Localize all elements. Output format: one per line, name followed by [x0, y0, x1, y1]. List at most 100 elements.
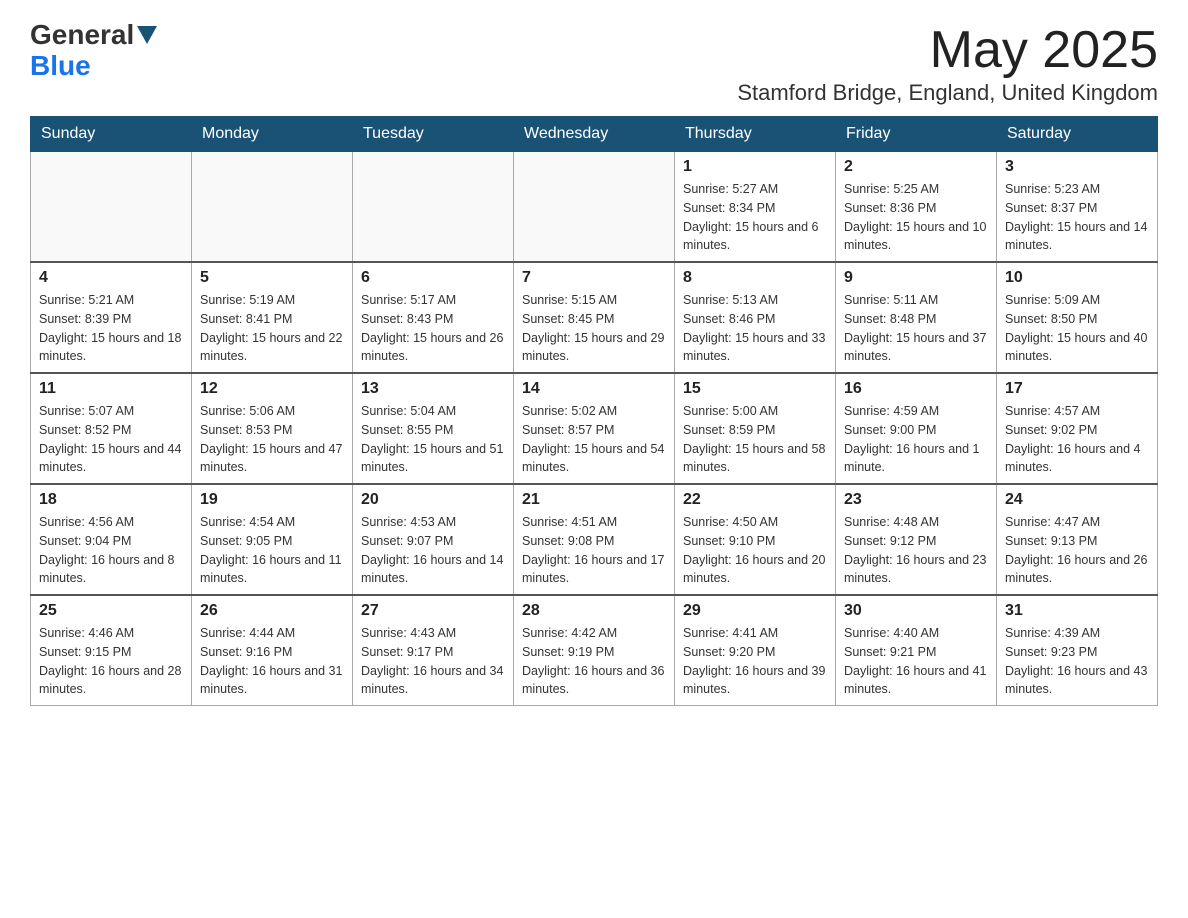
calendar-cell: 17 Sunrise: 4:57 AM Sunset: 9:02 PM Dayli…: [997, 373, 1158, 484]
day-header-saturday: Saturday: [997, 117, 1158, 152]
calendar-cell: 18 Sunrise: 4:56 AM Sunset: 9:04 PM Dayli…: [31, 484, 192, 595]
day-info: Sunrise: 4:50 AM Sunset: 9:10 PM Dayligh…: [683, 513, 827, 588]
day-number: 10: [1005, 269, 1149, 287]
day-number: 31: [1005, 602, 1149, 620]
calendar-cell: 4Sunrise: 5:21 AM Sunset: 8:39 PM Daylig…: [31, 262, 192, 373]
calendar-cell: 12 Sunrise: 5:06 AM Sunset: 8:53 PM Dayli…: [192, 373, 353, 484]
day-number: 6: [361, 269, 505, 287]
day-number: 14: [522, 380, 666, 398]
day-info: Sunrise: 5:23 AM Sunset: 8:37 PM Dayligh…: [1005, 180, 1149, 255]
day-number: 23: [844, 491, 988, 509]
logo-arrow-icon: [137, 26, 157, 49]
day-info: Sunrise: 5:13 AM Sunset: 8:46 PM Dayligh…: [683, 291, 827, 366]
day-number: 16: [844, 380, 988, 398]
day-info: Sunrise: 4:48 AM Sunset: 9:12 PM Dayligh…: [844, 513, 988, 588]
day-header-tuesday: Tuesday: [353, 117, 514, 152]
calendar-cell: [514, 152, 675, 263]
calendar-week-5: 25 Sunrise: 4:46 AM Sunset: 9:15 PM Dayli…: [31, 595, 1158, 706]
day-info: Sunrise: 5:19 AM Sunset: 8:41 PM Dayligh…: [200, 291, 344, 366]
day-info: Sunrise: 5:27 AM Sunset: 8:34 PM Dayligh…: [683, 180, 827, 255]
main-title: May 2025: [737, 20, 1158, 80]
calendar-cell: 3 Sunrise: 5:23 AM Sunset: 8:37 PM Daylig…: [997, 152, 1158, 263]
day-header-sunday: Sunday: [31, 117, 192, 152]
calendar-cell: 5 Sunrise: 5:19 AM Sunset: 8:41 PM Daylig…: [192, 262, 353, 373]
calendar-cell: 22Sunrise: 4:50 AM Sunset: 9:10 PM Dayli…: [675, 484, 836, 595]
calendar-cell: 2Sunrise: 5:25 AM Sunset: 8:36 PM Daylig…: [836, 152, 997, 263]
calendar-cell: 31 Sunrise: 4:39 AM Sunset: 9:23 PM Dayli…: [997, 595, 1158, 706]
day-info: Sunrise: 5:17 AM Sunset: 8:43 PM Dayligh…: [361, 291, 505, 366]
calendar-cell: 10Sunrise: 5:09 AM Sunset: 8:50 PM Dayli…: [997, 262, 1158, 373]
day-info: Sunrise: 4:51 AM Sunset: 9:08 PM Dayligh…: [522, 513, 666, 588]
calendar-cell: 30 Sunrise: 4:40 AM Sunset: 9:21 PM Dayli…: [836, 595, 997, 706]
calendar-cell: 23 Sunrise: 4:48 AM Sunset: 9:12 PM Dayli…: [836, 484, 997, 595]
calendar-cell: 8 Sunrise: 5:13 AM Sunset: 8:46 PM Daylig…: [675, 262, 836, 373]
day-info: Sunrise: 5:06 AM Sunset: 8:53 PM Dayligh…: [200, 402, 344, 477]
day-info: Sunrise: 5:02 AM Sunset: 8:57 PM Dayligh…: [522, 402, 666, 477]
calendar-week-4: 18 Sunrise: 4:56 AM Sunset: 9:04 PM Dayli…: [31, 484, 1158, 595]
day-info: Sunrise: 5:11 AM Sunset: 8:48 PM Dayligh…: [844, 291, 988, 366]
calendar-header-row: SundayMondayTuesdayWednesdayThursdayFrid…: [31, 117, 1158, 152]
day-info: Sunrise: 4:59 AM Sunset: 9:00 PM Dayligh…: [844, 402, 988, 477]
calendar-cell: 14 Sunrise: 5:02 AM Sunset: 8:57 PM Dayli…: [514, 373, 675, 484]
day-number: 27: [361, 602, 505, 620]
day-number: 18: [39, 491, 183, 509]
calendar-week-1: 1 Sunrise: 5:27 AM Sunset: 8:34 PM Daylig…: [31, 152, 1158, 263]
day-number: 15: [683, 380, 827, 398]
calendar-cell: 27 Sunrise: 4:43 AM Sunset: 9:17 PM Dayli…: [353, 595, 514, 706]
calendar-cell: 7Sunrise: 5:15 AM Sunset: 8:45 PM Daylig…: [514, 262, 675, 373]
day-info: Sunrise: 4:42 AM Sunset: 9:19 PM Dayligh…: [522, 624, 666, 699]
calendar-cell: 20 Sunrise: 4:53 AM Sunset: 9:07 PM Dayli…: [353, 484, 514, 595]
calendar-table: SundayMondayTuesdayWednesdayThursdayFrid…: [30, 116, 1158, 706]
day-info: Sunrise: 4:44 AM Sunset: 9:16 PM Dayligh…: [200, 624, 344, 699]
day-number: 19: [200, 491, 344, 509]
calendar-cell: 1 Sunrise: 5:27 AM Sunset: 8:34 PM Daylig…: [675, 152, 836, 263]
day-header-wednesday: Wednesday: [514, 117, 675, 152]
day-info: Sunrise: 4:46 AM Sunset: 9:15 PM Dayligh…: [39, 624, 183, 699]
calendar-cell: [353, 152, 514, 263]
day-number: 20: [361, 491, 505, 509]
calendar-cell: 11Sunrise: 5:07 AM Sunset: 8:52 PM Dayli…: [31, 373, 192, 484]
day-number: 21: [522, 491, 666, 509]
day-info: Sunrise: 4:57 AM Sunset: 9:02 PM Dayligh…: [1005, 402, 1149, 477]
day-number: 29: [683, 602, 827, 620]
day-number: 8: [683, 269, 827, 287]
day-number: 28: [522, 602, 666, 620]
calendar-cell: 26 Sunrise: 4:44 AM Sunset: 9:16 PM Dayli…: [192, 595, 353, 706]
calendar-week-2: 4Sunrise: 5:21 AM Sunset: 8:39 PM Daylig…: [31, 262, 1158, 373]
day-info: Sunrise: 4:54 AM Sunset: 9:05 PM Dayligh…: [200, 513, 344, 588]
day-number: 13: [361, 380, 505, 398]
day-info: Sunrise: 4:53 AM Sunset: 9:07 PM Dayligh…: [361, 513, 505, 588]
subtitle: Stamford Bridge, England, United Kingdom: [737, 80, 1158, 106]
calendar-cell: 25 Sunrise: 4:46 AM Sunset: 9:15 PM Dayli…: [31, 595, 192, 706]
day-number: 7: [522, 269, 666, 287]
day-number: 25: [39, 602, 183, 620]
calendar-week-3: 11Sunrise: 5:07 AM Sunset: 8:52 PM Dayli…: [31, 373, 1158, 484]
day-number: 17: [1005, 380, 1149, 398]
logo: General Blue: [30, 20, 157, 82]
day-number: 24: [1005, 491, 1149, 509]
logo-blue: Blue: [30, 50, 91, 81]
day-info: Sunrise: 4:47 AM Sunset: 9:13 PM Dayligh…: [1005, 513, 1149, 588]
day-number: 11: [39, 380, 183, 398]
day-info: Sunrise: 5:25 AM Sunset: 8:36 PM Dayligh…: [844, 180, 988, 255]
calendar-cell: 28 Sunrise: 4:42 AM Sunset: 9:19 PM Dayli…: [514, 595, 675, 706]
day-number: 1: [683, 158, 827, 176]
day-header-friday: Friday: [836, 117, 997, 152]
day-number: 5: [200, 269, 344, 287]
calendar-cell: 19 Sunrise: 4:54 AM Sunset: 9:05 PM Dayli…: [192, 484, 353, 595]
calendar-cell: 21 Sunrise: 4:51 AM Sunset: 9:08 PM Dayli…: [514, 484, 675, 595]
day-number: 26: [200, 602, 344, 620]
day-info: Sunrise: 5:00 AM Sunset: 8:59 PM Dayligh…: [683, 402, 827, 477]
day-number: 30: [844, 602, 988, 620]
day-number: 3: [1005, 158, 1149, 176]
day-info: Sunrise: 5:04 AM Sunset: 8:55 PM Dayligh…: [361, 402, 505, 477]
logo-general: General: [30, 20, 134, 51]
day-header-thursday: Thursday: [675, 117, 836, 152]
day-info: Sunrise: 4:39 AM Sunset: 9:23 PM Dayligh…: [1005, 624, 1149, 699]
day-info: Sunrise: 4:40 AM Sunset: 9:21 PM Dayligh…: [844, 624, 988, 699]
calendar-cell: 9Sunrise: 5:11 AM Sunset: 8:48 PM Daylig…: [836, 262, 997, 373]
day-info: Sunrise: 4:43 AM Sunset: 9:17 PM Dayligh…: [361, 624, 505, 699]
day-info: Sunrise: 4:56 AM Sunset: 9:04 PM Dayligh…: [39, 513, 183, 588]
day-number: 12: [200, 380, 344, 398]
header: General Blue May 2025 Stamford Bridge, E…: [30, 20, 1158, 106]
